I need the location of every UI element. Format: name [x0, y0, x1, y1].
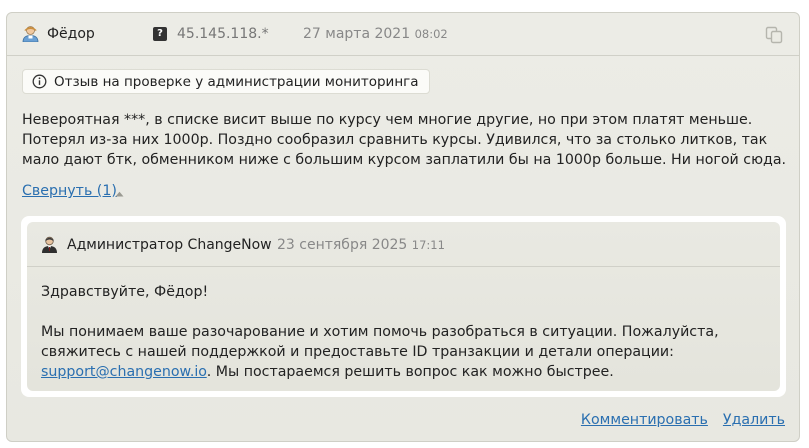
- user-icon: [22, 26, 39, 42]
- review-text: Невероятная ***, в списке висит выше по …: [22, 112, 787, 168]
- admin-reply-text-2: . Мы постараемся решить вопрос как можно…: [206, 364, 614, 380]
- copy-icon[interactable]: [765, 26, 783, 44]
- admin-reply-greeting: Здравствуйте, Фёдор!: [41, 284, 209, 300]
- admin-reply-date: 23 сентября 2025 17:11: [277, 237, 445, 253]
- admin-reply-message: Мы понимаем ваше разочарование и хотим п…: [41, 322, 761, 382]
- admin-reply-text-1: Мы понимаем ваше разочарование и хотим п…: [41, 324, 719, 360]
- review-ip: 45.145.118.*: [177, 26, 269, 42]
- admin-reply: Администратор ChangeNow 23 сентября 2025…: [27, 222, 780, 391]
- review-header: Фёдор ? 45.145.118.* 27 марта 2021 08:02: [7, 13, 799, 56]
- admin-reply-header: Администратор ChangeNow 23 сентября 2025…: [27, 222, 780, 267]
- review-author: Фёдор: [47, 26, 95, 42]
- admin-reply-date-text: 23 сентября 2025: [277, 237, 408, 253]
- info-icon: [32, 74, 47, 89]
- review-time: 08:02: [414, 27, 448, 41]
- delete-link[interactable]: Удалить: [723, 412, 785, 428]
- admin-reply-time: 17:11: [411, 238, 445, 252]
- review-date-text: 27 марта 2021: [303, 26, 411, 42]
- review-actions: Комментировать Удалить: [581, 412, 785, 428]
- moderation-status-text: Отзыв на проверке у администрации монито…: [54, 73, 419, 90]
- admin-icon: [42, 236, 57, 253]
- review-date: 27 марта 2021 08:02: [303, 26, 448, 42]
- comment-link[interactable]: Комментировать: [581, 412, 708, 428]
- collapse-replies-link[interactable]: Свернуть (1): [22, 183, 117, 199]
- admin-reply-body: Здравствуйте, Фёдор! Мы понимаем ваше ра…: [41, 282, 761, 402]
- support-email-link[interactable]: support@changenow.io: [41, 364, 207, 380]
- review-card: Фёдор ? 45.145.118.* 27 марта 2021 08:02…: [6, 12, 800, 442]
- admin-author: Администратор ChangeNow: [67, 237, 272, 253]
- ip-unknown-badge: ?: [153, 27, 167, 41]
- admin-reply-container: Администратор ChangeNow 23 сентября 2025…: [21, 216, 786, 397]
- caret-up-icon[interactable]: [115, 191, 124, 197]
- moderation-status-badge: Отзыв на проверке у администрации монито…: [22, 69, 430, 94]
